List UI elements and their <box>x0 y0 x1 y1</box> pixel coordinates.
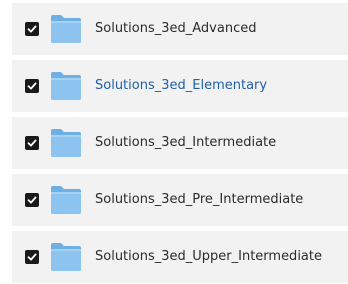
folder-row[interactable]: Solutions_3ed_Pre_Intermediate <box>12 174 348 226</box>
folder-icon <box>50 128 82 158</box>
folder-name[interactable]: Solutions_3ed_Intermediate <box>95 117 276 169</box>
checkbox-checked-icon[interactable] <box>25 22 39 36</box>
folder-row[interactable]: Solutions_3ed_Advanced <box>12 3 348 55</box>
folder-icon <box>50 14 82 44</box>
folder-name[interactable]: Solutions_3ed_Advanced <box>95 3 256 55</box>
checkbox-checked-icon[interactable] <box>25 250 39 264</box>
folder-list: Solutions_3ed_Advanced Solutions_3ed_Ele… <box>0 0 348 284</box>
checkbox-checked-icon[interactable] <box>25 193 39 207</box>
folder-row[interactable]: Solutions_3ed_Elementary <box>12 60 348 112</box>
checkbox-checked-icon[interactable] <box>25 136 39 150</box>
folder-name[interactable]: Solutions_3ed_Pre_Intermediate <box>95 174 303 226</box>
folder-icon <box>50 185 82 215</box>
folder-name[interactable]: Solutions_3ed_Elementary <box>95 60 267 112</box>
folder-name[interactable]: Solutions_3ed_Upper_Intermediate <box>95 231 322 283</box>
folder-row[interactable]: Solutions_3ed_Intermediate <box>12 117 348 169</box>
folder-icon <box>50 71 82 101</box>
folder-row[interactable]: Solutions_3ed_Upper_Intermediate <box>12 231 348 283</box>
checkbox-checked-icon[interactable] <box>25 79 39 93</box>
folder-icon <box>50 242 82 272</box>
